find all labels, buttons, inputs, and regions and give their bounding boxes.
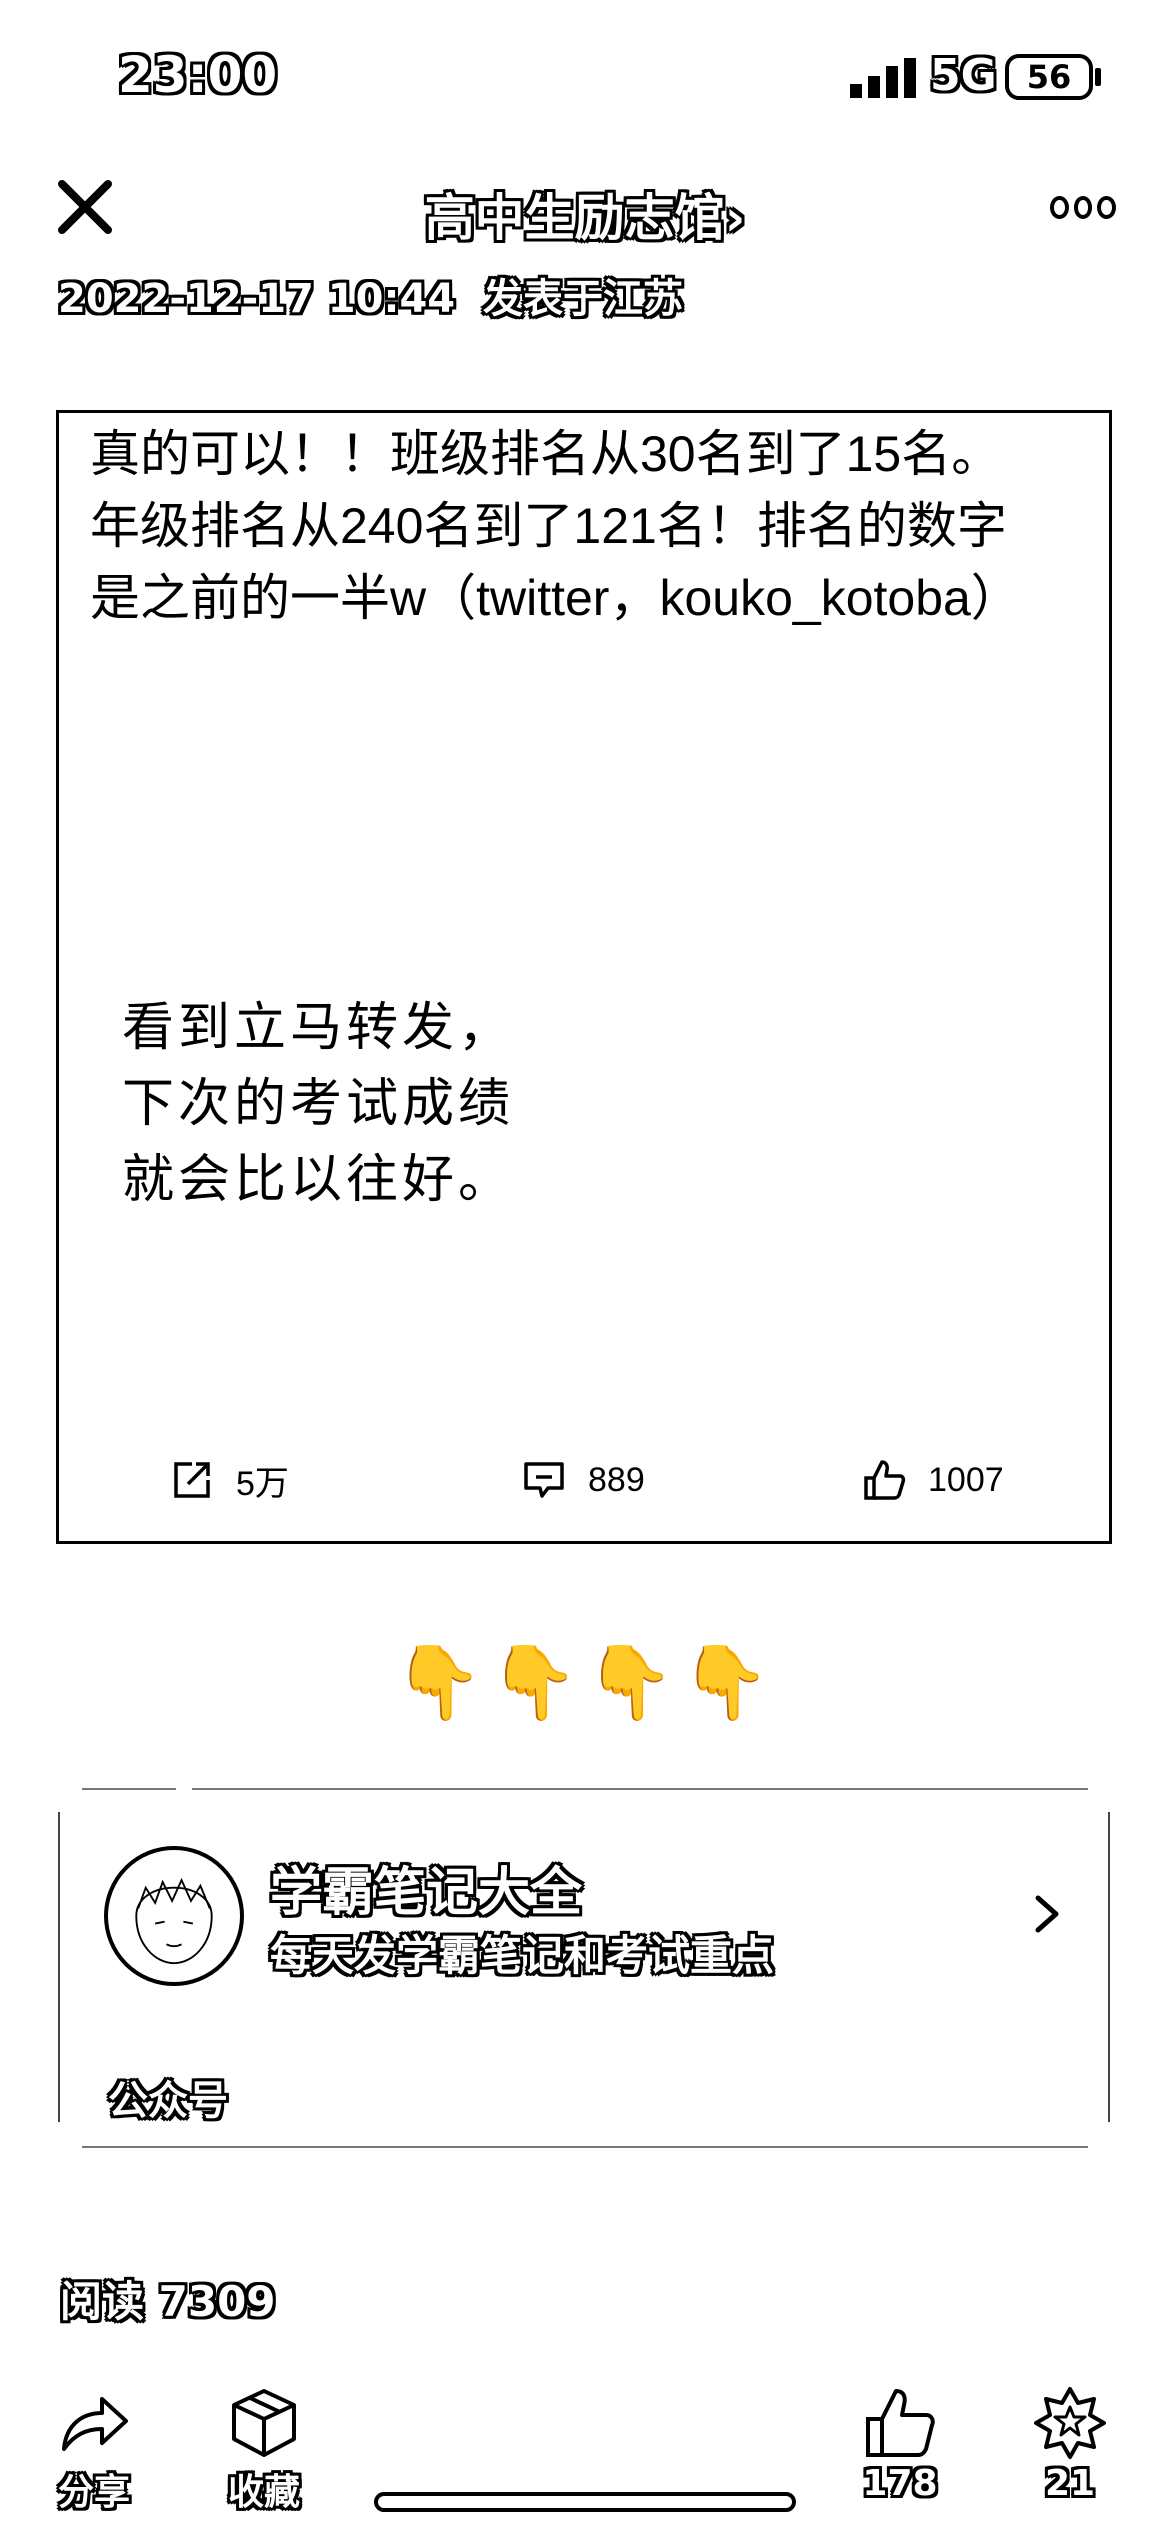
share-button[interactable]: 分享 — [56, 2385, 132, 2515]
collect-button[interactable]: 收藏 — [226, 2385, 302, 2515]
comment-stat[interactable]: 889 — [522, 1450, 645, 1510]
recommend-count: 21 — [1044, 2463, 1096, 2504]
comment-count: 889 — [588, 1460, 645, 1499]
divider — [82, 2146, 1088, 2148]
title-text: 高中生励志馆 — [424, 189, 725, 247]
divider — [58, 1812, 60, 2122]
status-time: 23:00 — [118, 46, 278, 104]
cube-icon — [232, 2389, 296, 2457]
share-label: 分享 — [57, 2472, 130, 2513]
share-count: 5万 — [236, 1464, 289, 1503]
post-text: 真的可以！！班级排名从30名到了15名。年级排名从240名到了121名！排名的数… — [90, 426, 1021, 626]
share-arrow-icon — [62, 2397, 128, 2451]
pointing-down-emojis: 👇👇👇👇 — [393, 1640, 777, 1724]
like-button[interactable]: 178 — [862, 2385, 938, 2504]
divider — [192, 1788, 1088, 1790]
post-location: 发表于江苏 — [482, 276, 683, 322]
account-title[interactable]: 高中生励志馆› — [0, 178, 1170, 250]
post-quote: 看到立马转发， 下次的考试成绩 就会比以往好。 — [122, 990, 514, 1218]
divider — [1108, 1812, 1110, 2122]
network-label: 5G — [930, 50, 997, 101]
share-out-icon — [174, 1462, 210, 1498]
collect-label: 收藏 — [227, 2472, 300, 2513]
post-meta: 2022-12-17 10:44 发表于江苏 — [58, 266, 683, 324]
home-indicator[interactable] — [374, 2492, 796, 2512]
account-name[interactable]: 学霸笔记大全 — [270, 1850, 582, 1925]
more-icon[interactable] — [1050, 196, 1117, 220]
chevron-right-icon[interactable] — [1030, 1892, 1064, 1936]
like-stat[interactable]: 1007 — [862, 1450, 1004, 1510]
post-date: 2022-12-17 10:44 — [58, 276, 456, 322]
like-count-bottom: 178 — [862, 2463, 938, 2504]
battery-level: 56 — [1026, 58, 1072, 96]
battery-tip — [1095, 68, 1101, 86]
comment-icon — [524, 1462, 564, 1498]
like-count: 1007 — [928, 1460, 1004, 1499]
recommend-button[interactable]: 21 — [1032, 2385, 1108, 2504]
account-avatar[interactable] — [104, 1846, 244, 1986]
chevron-right-icon: › — [724, 189, 746, 247]
account-type: 公众号 — [108, 2078, 228, 2124]
thumbs-up-icon — [866, 2389, 935, 2457]
account-description: 每天发学霸笔记和考试重点 — [270, 1931, 775, 1980]
signal-icon — [850, 58, 916, 98]
avatar-illustration — [135, 1877, 213, 1965]
read-count: 阅读 7309 — [60, 2277, 276, 2326]
battery-icon: 56 — [1005, 54, 1093, 100]
share-stat[interactable]: 5万 — [170, 1450, 289, 1510]
quote-line: 就会比以往好。 — [122, 1150, 515, 1210]
star-badge-icon — [1034, 2387, 1106, 2459]
thumbs-up-icon — [864, 1460, 906, 1500]
quote-line: 下次的考试成绩 — [122, 1074, 515, 1134]
quote-line: 看到立马转发， — [122, 998, 515, 1058]
divider — [82, 1788, 176, 1790]
